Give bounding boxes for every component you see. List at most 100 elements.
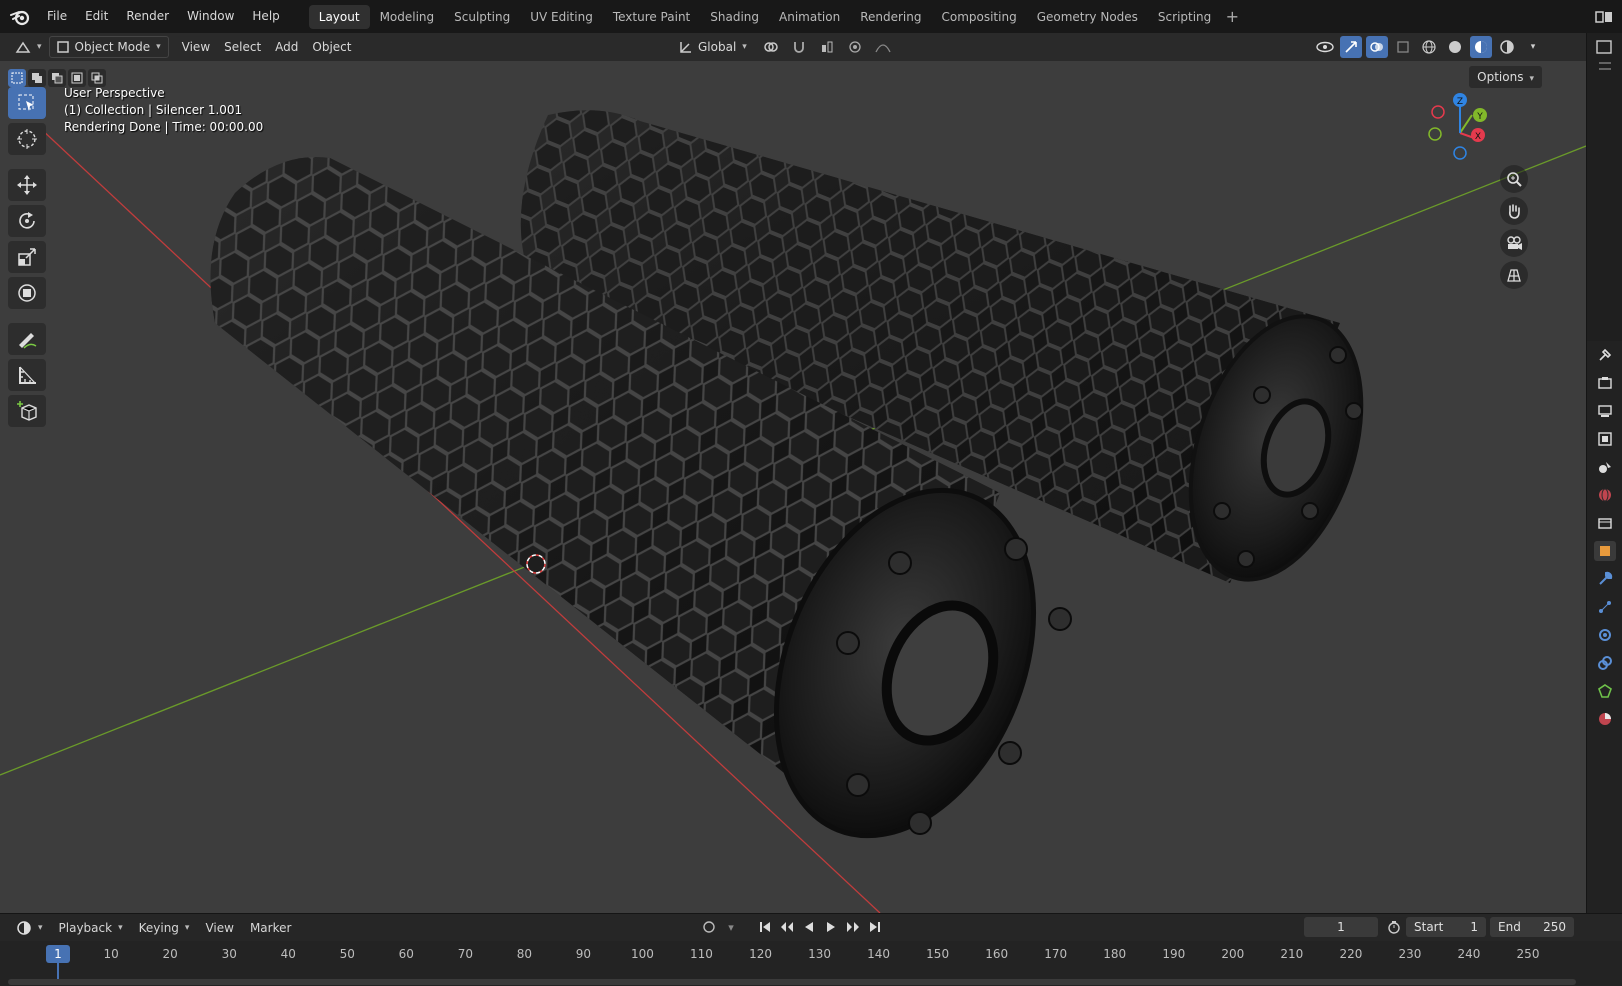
proportional-editing-icon[interactable] (844, 36, 866, 58)
frame-tick-label: 200 (1221, 947, 1245, 961)
timeline-scrollbar[interactable] (8, 979, 1576, 985)
current-frame-indicator[interactable]: 1 (46, 945, 70, 963)
tab-shading[interactable]: Shading (700, 5, 769, 29)
play-icon[interactable] (822, 917, 840, 937)
playback-menu[interactable]: Playback ▾ (51, 921, 131, 935)
scale-tool[interactable] (8, 241, 46, 273)
shading-options-icon[interactable]: ▾ (1522, 36, 1544, 58)
3d-viewport[interactable]: ▾ Object Mode ▾ View Select Add Object Gl… (0, 33, 1586, 913)
select-extend-icon[interactable] (28, 69, 46, 87)
tab-texture-paint[interactable]: Texture Paint (603, 5, 700, 29)
rotate-tool[interactable] (8, 205, 46, 237)
keying-menu[interactable]: Keying ▾ (131, 921, 198, 935)
marker-menu[interactable]: Marker (242, 921, 299, 935)
scene-properties-icon[interactable] (1594, 457, 1616, 477)
viewport-header: ▾ Object Mode ▾ View Select Add Object Gl… (0, 33, 1586, 61)
start-frame-field[interactable]: Start 1 (1406, 917, 1486, 937)
tab-compositing[interactable]: Compositing (931, 5, 1026, 29)
frame-ruler[interactable]: 1 10 20 30 40 50 60 70 80 90 100 110 120 130 140 150 160… (0, 941, 1622, 986)
prev-keyframe-icon[interactable] (778, 917, 796, 937)
frame-tick-label: 230 (1398, 947, 1422, 961)
menu-render[interactable]: Render (117, 0, 178, 33)
timeline-view-menu[interactable]: View (197, 921, 241, 935)
annotate-tool[interactable] (8, 323, 46, 355)
tab-sculpting[interactable]: Sculpting (444, 5, 520, 29)
keying-options-icon[interactable]: ▾ (722, 917, 740, 937)
measure-tool[interactable] (8, 359, 46, 391)
menu-object[interactable]: Object (305, 36, 358, 58)
tab-uv-editing[interactable]: UV Editing (520, 5, 603, 29)
material-preview-shading-icon[interactable] (1470, 36, 1492, 58)
menu-file[interactable]: File (38, 0, 76, 33)
rendered-shading-icon[interactable] (1496, 36, 1518, 58)
output-properties-icon[interactable] (1594, 401, 1616, 421)
jump-end-icon[interactable] (866, 917, 884, 937)
constraints-properties-icon[interactable] (1594, 653, 1616, 673)
active-object-label: (1) Collection | Silencer 1.001 (64, 103, 243, 117)
transform-tool[interactable] (8, 277, 46, 309)
view-layer-properties-icon[interactable] (1594, 429, 1616, 449)
material-properties-icon[interactable] (1594, 709, 1616, 729)
menu-help[interactable]: Help (243, 0, 288, 33)
zoom-button[interactable] (1500, 165, 1528, 193)
snap-target-icon[interactable] (816, 36, 838, 58)
world-properties-icon[interactable] (1594, 485, 1616, 505)
collection-properties-icon[interactable] (1594, 513, 1616, 533)
end-frame-field[interactable]: End 250 (1490, 917, 1574, 937)
select-box-tool[interactable] (8, 87, 46, 119)
camera-view-button[interactable] (1500, 229, 1528, 257)
tab-rendering[interactable]: Rendering (850, 5, 931, 29)
menu-select[interactable]: Select (217, 36, 268, 58)
frame-tick-label: 80 (516, 947, 533, 961)
object-properties-icon[interactable] (1594, 541, 1616, 561)
pivot-point-icon[interactable] (760, 36, 782, 58)
preview-range-icon[interactable] (1384, 917, 1404, 937)
tab-geometry-nodes[interactable]: Geometry Nodes (1027, 5, 1148, 29)
solid-shading-icon[interactable] (1444, 36, 1466, 58)
timeline-editor[interactable]: ▾ Playback ▾ Keying ▾ View Marker ▾ 1 Star… (0, 913, 1622, 986)
menu-view[interactable]: View (175, 36, 217, 58)
play-reverse-icon[interactable] (800, 917, 818, 937)
jump-start-icon[interactable] (756, 917, 774, 937)
next-keyframe-icon[interactable] (844, 917, 862, 937)
outliner-collapsed[interactable] (1587, 33, 1622, 341)
select-new-icon[interactable] (8, 69, 26, 87)
pan-button[interactable] (1500, 197, 1528, 225)
ortho-toggle-button[interactable] (1500, 261, 1528, 289)
tool-properties-icon[interactable] (1594, 345, 1616, 365)
tab-scripting[interactable]: Scripting (1148, 5, 1221, 29)
auto-keying-icon[interactable] (700, 917, 718, 937)
falloff-icon[interactable] (872, 36, 894, 58)
timeline-editor-type-icon[interactable]: ▾ (8, 920, 51, 936)
current-frame-field[interactable]: 1 (1304, 917, 1378, 937)
xray-toggle-icon[interactable] (1392, 36, 1414, 58)
tab-modeling[interactable]: Modeling (370, 5, 445, 29)
wireframe-shading-icon[interactable] (1418, 36, 1440, 58)
particles-properties-icon[interactable] (1594, 597, 1616, 617)
physics-properties-icon[interactable] (1594, 625, 1616, 645)
navigation-gizmo[interactable]: Y X Z (1420, 93, 1500, 173)
render-properties-icon[interactable] (1594, 373, 1616, 393)
snap-icon[interactable] (788, 36, 810, 58)
orientation-dropdown[interactable]: Global ▾ (672, 36, 754, 58)
cursor-tool[interactable] (8, 123, 46, 155)
overlays-toggle-icon[interactable] (1366, 36, 1388, 58)
tab-animation[interactable]: Animation (769, 5, 850, 29)
menu-add[interactable]: Add (268, 36, 305, 58)
menu-edit[interactable]: Edit (76, 0, 117, 33)
scene-selector-icon[interactable] (1586, 0, 1622, 33)
gizmo-toggle-icon[interactable] (1340, 36, 1362, 58)
options-dropdown[interactable]: Options ▾ (1469, 66, 1542, 88)
add-cube-tool[interactable] (8, 395, 46, 427)
editor-type-icon[interactable]: ▾ (8, 36, 49, 58)
tab-layout[interactable]: Layout (308, 4, 370, 29)
menu-window[interactable]: Window (178, 0, 243, 33)
end-frame-label: End (1498, 920, 1521, 934)
data-properties-icon[interactable] (1594, 681, 1616, 701)
add-workspace-button[interactable]: + (1221, 5, 1243, 29)
modifier-properties-icon[interactable] (1594, 569, 1616, 589)
move-tool[interactable] (8, 169, 46, 201)
visibility-icon[interactable] (1314, 36, 1336, 58)
object-mode-dropdown[interactable]: Object Mode ▾ (48, 36, 169, 58)
blender-logo-icon[interactable] (8, 5, 32, 29)
